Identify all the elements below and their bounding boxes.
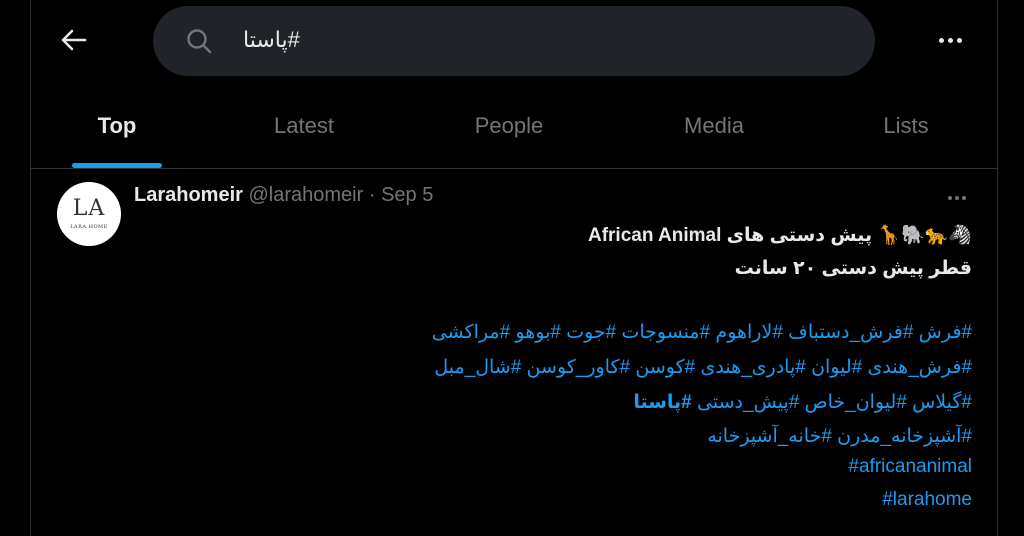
- search-box[interactable]: #پاستا: [153, 6, 875, 76]
- tab-label: Lists: [883, 113, 929, 138]
- hashtag-line[interactable]: #گیلاس #لیوان_خاص #پیش_دستی #پاستا: [633, 392, 972, 414]
- tab-people[interactable]: People: [455, 84, 563, 168]
- search-tabs: Top Latest People Media Lists: [30, 84, 998, 169]
- hashtag-line[interactable]: #فرش_هندی #لیوان #پادری_هندی #کوسن #کاور…: [434, 357, 972, 379]
- tab-lists[interactable]: Lists: [860, 84, 952, 168]
- more-options-button[interactable]: [930, 24, 970, 56]
- tab-top[interactable]: Top: [70, 84, 164, 168]
- tab-label: Top: [97, 113, 137, 138]
- tweet-date[interactable]: Sep 5: [381, 184, 433, 206]
- tab-media[interactable]: Media: [660, 84, 768, 168]
- dot-icon: [938, 37, 944, 43]
- dot-icon: [955, 196, 959, 200]
- tab-latest[interactable]: Latest: [250, 84, 358, 168]
- highlighted-hashtag[interactable]: #پاستا: [633, 392, 691, 413]
- dot-icon: [947, 37, 953, 43]
- hashtag-larahome[interactable]: #larahome: [882, 489, 972, 511]
- dot-icon: [948, 196, 952, 200]
- active-tab-indicator: [72, 163, 162, 168]
- search-icon: [187, 29, 212, 54]
- avatar-logo-text: LA: [72, 196, 106, 221]
- tab-label: People: [474, 113, 544, 138]
- display-name[interactable]: Larahomeir: [134, 184, 243, 206]
- separator: ·: [368, 184, 376, 206]
- handle[interactable]: @larahomeir: [249, 184, 364, 206]
- back-button[interactable]: [58, 24, 90, 56]
- hashtag-text[interactable]: #گیلاس #لیوان_خاص #پیش_دستی: [697, 392, 972, 413]
- dot-icon: [956, 37, 962, 43]
- hashtag-africananimal[interactable]: #africananimal: [848, 456, 972, 478]
- tab-label: Latest: [274, 113, 334, 138]
- tweet-text-line: قطر پیش دستی ۲۰ سانت: [734, 258, 972, 279]
- tweet-text-line: 🦓🐆🐘🦒 پیش دستی های African Animal: [587, 225, 972, 246]
- avatar-logo-subtext: LARA HOME: [70, 224, 108, 230]
- avatar[interactable]: LA LARA HOME: [57, 182, 121, 246]
- hashtag-line[interactable]: #فرش #فرش_دستباف #لاراهوم #منسوجات #جوت …: [432, 322, 972, 344]
- search-header: #پاستا: [0, 0, 1024, 84]
- hashtag-line[interactable]: #آشپزخانه_مدرن #خانه_آشپزخانه: [707, 426, 972, 448]
- search-input[interactable]: #پاستا: [243, 27, 300, 53]
- tweet-header: Larahomeir @larahomeir · Sep 5: [134, 184, 433, 207]
- tweet-more-button[interactable]: [943, 190, 971, 206]
- arrow-left-icon: [61, 29, 87, 51]
- tab-label: Media: [684, 113, 744, 138]
- dot-icon: [962, 196, 966, 200]
